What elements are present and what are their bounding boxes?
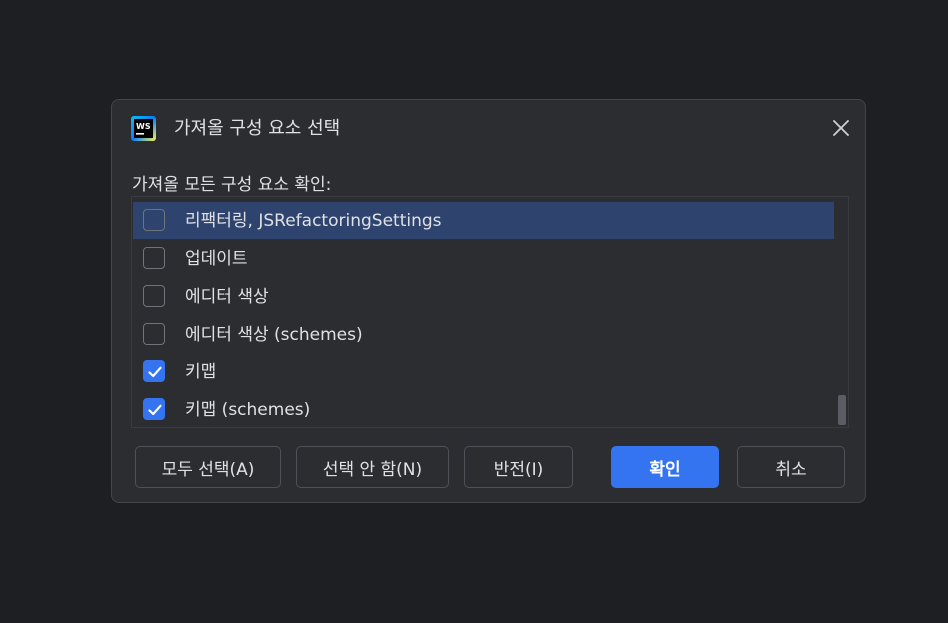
checkbox[interactable] bbox=[143, 247, 165, 269]
component-label: 키맵 bbox=[185, 362, 217, 382]
component-row-editor-colors[interactable]: 에디터 색상 bbox=[133, 278, 834, 315]
components-prompt: 가져올 모든 구성 요소 확인: bbox=[132, 175, 332, 195]
select-all-button[interactable]: 모두 선택(A) bbox=[135, 446, 281, 488]
invert-button[interactable]: 반전(I) bbox=[464, 446, 573, 488]
checkbox[interactable] bbox=[143, 360, 165, 382]
component-label: 업데이트 bbox=[185, 249, 248, 269]
select-none-button[interactable]: 선택 안 함(N) bbox=[296, 446, 449, 488]
scrollbar-thumb[interactable] bbox=[838, 395, 846, 425]
component-row-refactoring[interactable]: 리팩터링, JSRefactoringSettings bbox=[133, 202, 834, 239]
component-label: 키맵 (schemes) bbox=[185, 400, 311, 420]
close-button[interactable] bbox=[829, 116, 853, 140]
components-list[interactable]: 리팩터링, JSRefactoringSettings 업데이트 에디터 색상 … bbox=[131, 196, 849, 428]
component-row-keymap[interactable]: 키맵 bbox=[133, 353, 834, 390]
checkmark-icon bbox=[148, 404, 162, 416]
component-row-editor-colors-schemes[interactable]: 에디터 색상 (schemes) bbox=[133, 316, 834, 353]
component-label: 리팩터링, JSRefactoringSettings bbox=[185, 211, 442, 231]
component-label: 에디터 색상 (schemes) bbox=[185, 325, 363, 345]
component-row-updates[interactable]: 업데이트 bbox=[133, 240, 834, 277]
component-row-keymap-schemes[interactable]: 키맵 (schemes) bbox=[133, 391, 834, 427]
checkbox[interactable] bbox=[143, 209, 165, 231]
choose-components-dialog: WS 가져올 구성 요소 선택 가져올 모든 구성 요소 확인: 리팩터링, J… bbox=[111, 99, 866, 503]
svg-text:WS: WS bbox=[136, 122, 151, 131]
checkbox[interactable] bbox=[143, 398, 165, 420]
checkbox[interactable] bbox=[143, 323, 165, 345]
list-scrollbar[interactable] bbox=[835, 197, 848, 427]
webstorm-app-icon: WS bbox=[131, 116, 156, 141]
component-label: 에디터 색상 bbox=[185, 287, 269, 307]
checkmark-icon bbox=[148, 366, 162, 378]
checkbox[interactable] bbox=[143, 285, 165, 307]
dialog-title: 가져올 구성 요소 선택 bbox=[174, 118, 341, 139]
close-icon bbox=[833, 120, 849, 136]
cancel-button[interactable]: 취소 bbox=[737, 446, 845, 488]
ok-button[interactable]: 확인 bbox=[611, 446, 719, 488]
